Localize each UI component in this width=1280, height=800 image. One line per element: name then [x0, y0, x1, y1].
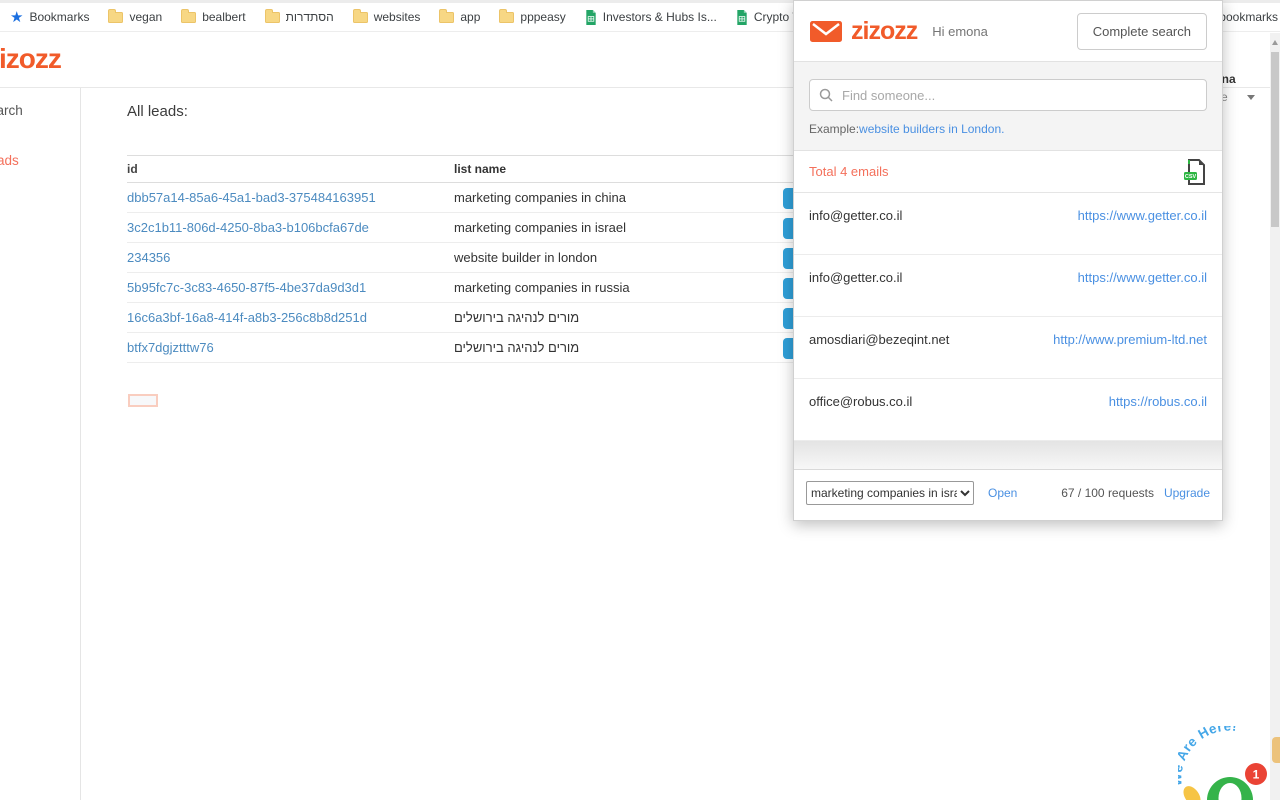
sidebar-item-search[interactable]: Search: [0, 103, 23, 118]
result-url-link[interactable]: https://robus.co.il: [1109, 394, 1207, 409]
folder-icon: [108, 8, 124, 23]
open-list-link[interactable]: Open: [988, 486, 1017, 500]
result-email: info@getter.co.il: [809, 270, 903, 285]
badge-count: 1: [1253, 768, 1260, 782]
folder-icon: [352, 8, 368, 23]
bookmark-folder-websites[interactable]: websites: [352, 8, 421, 24]
search-icon: [819, 88, 833, 102]
email-result-row: amosdiari@bezeqint.net http://www.premiu…: [794, 317, 1222, 379]
bookmark-label: vegan: [129, 10, 163, 24]
sidebar: Search Leads: [0, 88, 81, 800]
email-result-row: info@getter.co.il https://www.getter.co.…: [794, 255, 1222, 317]
result-email: amosdiari@bezeqint.net: [809, 332, 950, 347]
bookmark-label: app: [460, 10, 481, 24]
bookmark-folder-vegan[interactable]: vegan: [108, 8, 163, 24]
list-fade-overlay: [794, 441, 1222, 469]
result-url-link[interactable]: https://www.getter.co.il: [1078, 208, 1207, 223]
lead-id-link[interactable]: 16c6a3bf-16a8-414f-a8b3-256c8b8d251d: [127, 310, 367, 325]
folder-icon: [181, 8, 197, 23]
lead-id-link[interactable]: btfx7dgjztttw76: [127, 340, 214, 355]
list-select[interactable]: marketing companies in israel: [806, 481, 974, 505]
upgrade-link[interactable]: Upgrade: [1164, 486, 1210, 500]
bookmark-label: bealbert: [202, 10, 246, 24]
bookmark-label: Investors & Hubs Is...: [602, 10, 717, 24]
result-email: info@getter.co.il: [809, 208, 903, 223]
popup-header: zizozz Hi emona Complete search: [794, 1, 1222, 61]
bookmarks-star-item[interactable]: ★ Bookmarks: [10, 10, 89, 25]
lead-id-link[interactable]: 5b95fc7c-3c83-4650-87f5-4be37da9d3d1: [127, 280, 366, 295]
scrollbar-thumb[interactable]: [1271, 52, 1279, 227]
result-url-link[interactable]: https://www.getter.co.il: [1078, 270, 1207, 285]
envelope-logo-icon: [810, 20, 842, 42]
sheets-icon: [586, 9, 596, 25]
star-icon: ★: [10, 8, 24, 26]
popup-footer: marketing companies in israel Open 67 / …: [794, 469, 1222, 516]
bookmark-label: pppeasy: [520, 10, 566, 24]
complete-search-button[interactable]: Complete search: [1076, 12, 1207, 50]
bookmark-folder-app[interactable]: app: [439, 8, 481, 24]
scrollbar-up-arrow[interactable]: [1272, 40, 1278, 45]
extension-popup: zizozz Hi emona Complete search Example:…: [793, 0, 1223, 521]
screen: ★ Bookmarks vegan bealbert הסתדרות websi…: [0, 0, 1280, 800]
total-emails-label: Total 4 emails: [809, 164, 889, 179]
greeting-text: Hi emona: [932, 23, 988, 39]
folder-icon: [499, 8, 515, 23]
bookmarks-label: Bookmarks: [29, 10, 90, 24]
bookmark-label: websites: [373, 10, 421, 24]
chat-widget-button[interactable]: 1 We Are Here!: [1168, 717, 1278, 800]
column-header-id: id: [127, 162, 138, 176]
popup-logo: zizozz: [851, 16, 918, 45]
email-result-row: office@robus.co.il https://robus.co.il: [794, 379, 1222, 441]
pagination-box[interactable]: [128, 394, 158, 407]
email-result-row: info@getter.co.il https://www.getter.co.…: [794, 193, 1222, 255]
popup-search-section: Example:website builders in London.: [794, 61, 1222, 151]
bookmark-label: הסתדרות: [285, 10, 334, 24]
sidebar-item-leads[interactable]: Leads: [0, 153, 19, 168]
lead-id-link[interactable]: 3c2c1b11-806d-4250-8ba3-b106bcfa67de: [127, 220, 369, 235]
bookmark-investors-sheet[interactable]: Investors & Hubs Is...: [585, 9, 717, 25]
total-emails-row: Total 4 emails CSV: [794, 151, 1222, 193]
folder-icon: [439, 8, 455, 23]
lead-id-link[interactable]: 234356: [127, 250, 170, 265]
site-logo[interactable]: zizozz: [0, 43, 62, 75]
example-search-link[interactable]: website builders in London.: [859, 122, 1004, 136]
example-prefix: Example:: [809, 122, 860, 136]
csv-export-icon[interactable]: CSV: [1183, 158, 1207, 186]
find-someone-input[interactable]: [809, 79, 1207, 111]
svg-text:CSV: CSV: [1185, 174, 1197, 180]
bookmark-folder-histadrut[interactable]: הסתדרות: [264, 8, 334, 24]
folder-icon: [264, 8, 280, 23]
lead-id-link[interactable]: dbb57a14-85a6-45a1-bad3-375484163951: [127, 190, 376, 205]
bookmark-folder-bealbert[interactable]: bealbert: [181, 8, 246, 24]
account-caret-icon[interactable]: [1247, 95, 1255, 100]
page-title: All leads:: [127, 103, 188, 120]
bookmark-folder-pppeasy[interactable]: pppeasy: [499, 8, 566, 24]
requests-counter: 67 / 100 requests: [1061, 486, 1154, 500]
result-url-link[interactable]: http://www.premium-ltd.net: [1053, 332, 1207, 347]
result-email: office@robus.co.il: [809, 394, 913, 409]
sheets-icon: [737, 9, 747, 25]
